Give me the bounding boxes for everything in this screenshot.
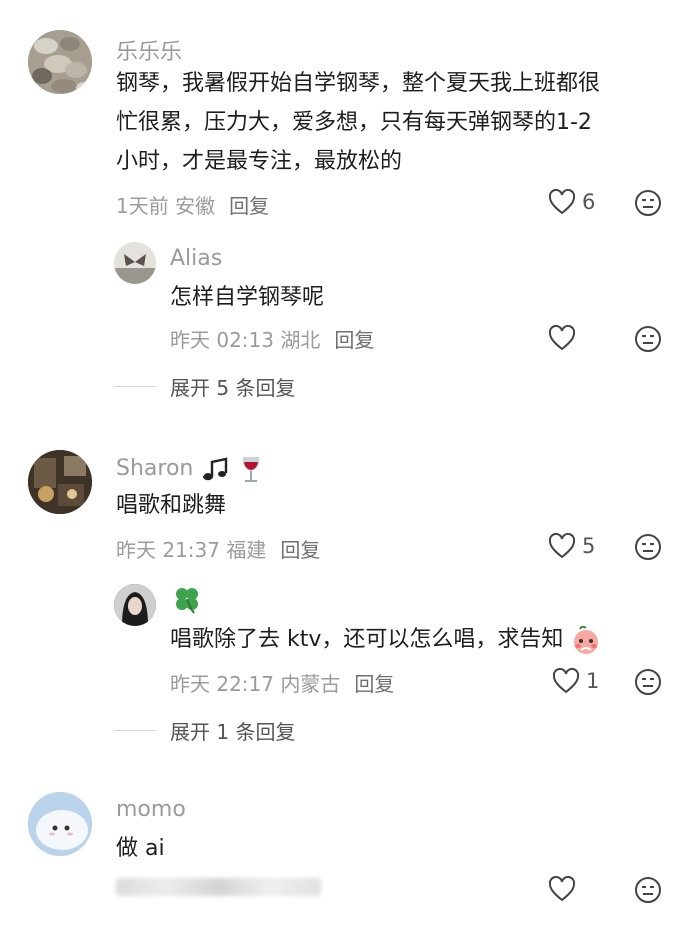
username-text: Sharon [116,456,194,481]
wine-glass-icon [243,457,260,482]
avatar[interactable] [114,584,156,626]
meh-face-icon [635,190,661,216]
dislike-button[interactable] [634,668,662,700]
heart-icon [548,876,576,902]
fluffy-creature-avatar-image [28,792,92,856]
like-count: 1 [586,669,600,693]
reply-button[interactable]: 回复 [354,672,394,696]
like-count: 6 [582,190,596,214]
dislike-button[interactable] [634,189,662,221]
divider [114,386,156,387]
like-button[interactable] [548,325,576,351]
like-button[interactable]: 1 [552,668,599,694]
comment-username[interactable]: 乐乐乐 [116,34,182,66]
like-button[interactable]: 5 [548,533,595,559]
reply-username[interactable] [172,584,202,620]
divider [114,730,156,731]
expand-replies-label: 展开 5 条回复 [170,376,296,400]
dislike-button[interactable] [634,876,662,908]
meh-face-icon [635,534,661,560]
comment-text-line: 钢琴，我暑假开始自学钢琴，整个夏天我上班都很 [116,71,601,96]
comment-text: 唱歌和跳舞 [116,493,227,518]
comment-meta: 昨天 21:37 福建 回复 [116,534,320,563]
comment-text: 钢琴，我暑假开始自学钢琴，整个夏天我上班都很 忙很累，压力大，爱多想，只有每天弹… [116,64,656,181]
meh-face-icon [635,877,661,903]
reply-time-location: 昨天 02:13 湖北 [170,328,321,352]
like-count: 5 [582,534,596,558]
reply-text-content: 唱歌除了去 ktv，还可以怎么唱，求告知 [170,627,564,652]
cafe-avatar-image [28,450,92,514]
expand-replies-label: 展开 1 条回复 [170,720,296,744]
comment-text-line: 忙很累，压力大，爱多想，只有每天弹钢琴的1-2 [116,110,592,135]
avatar[interactable] [28,450,92,514]
reply-username[interactable]: Alias [170,246,222,271]
shy-peach-face-icon [574,625,599,654]
reply-button[interactable]: 回复 [334,328,374,352]
blurred-meta [116,878,321,896]
butterfly-avatar-image [114,242,156,284]
reply-button[interactable]: 回复 [280,538,320,562]
reply-text: 怎样自学钢琴呢 [170,285,325,310]
heart-icon [548,189,576,215]
reply-meta: 昨天 22:17 内蒙古 回复 [170,668,394,697]
heart-icon [548,533,576,559]
heart-icon [552,668,580,694]
comment-text: 做 ai [116,836,165,861]
expand-replies[interactable]: 展开 1 条回复 [114,716,295,745]
avatar[interactable] [28,30,92,94]
reply-button[interactable]: 回复 [229,194,269,218]
avatar[interactable] [114,242,156,284]
comment-time-location: 昨天 21:37 福建 [116,538,267,562]
comment-meta: 1天前 安徽 回复 [116,190,269,219]
dislike-button[interactable] [634,533,662,565]
comment-time-location: 1天前 安徽 [116,194,216,218]
music-notes-icon [203,457,228,481]
comment-username[interactable]: Sharon [116,454,263,484]
meh-face-icon [635,669,661,695]
reply-meta: 昨天 02:13 湖北 回复 [170,324,374,353]
expand-replies[interactable]: 展开 5 条回复 [114,372,295,401]
reply-time-location: 昨天 22:17 内蒙古 [170,672,341,696]
portrait-avatar-image [114,584,156,626]
stones-avatar-image [28,30,92,94]
like-button[interactable]: 6 [548,189,595,215]
comment-username[interactable]: momo [116,797,186,822]
four-leaf-clover-icon [176,588,198,614]
dislike-button[interactable] [634,325,662,357]
reply-text: 唱歌除了去 ktv，还可以怎么唱，求告知 [170,620,602,659]
like-button[interactable] [548,876,576,902]
heart-icon [548,325,576,351]
meh-face-icon [635,326,661,352]
avatar[interactable] [28,792,92,856]
comment-text-line: 小时，才是最专注，最放松的 [116,149,403,174]
